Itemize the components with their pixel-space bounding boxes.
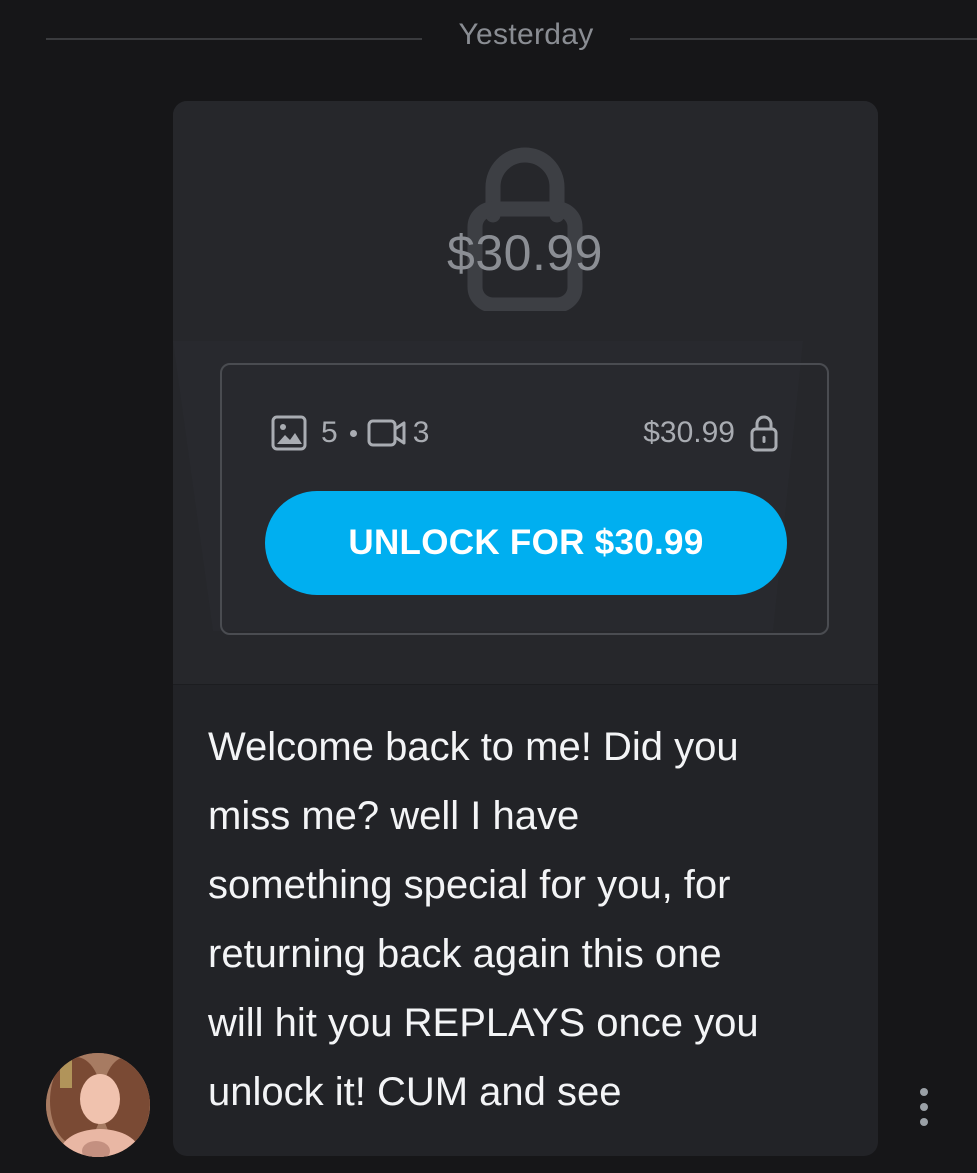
- more-dot-3: [920, 1118, 928, 1126]
- photo-count: 5: [321, 416, 338, 449]
- chat-screen: Yesterday $30.99 5 3 $30.99 UNLOCK FOR $…: [0, 0, 977, 1173]
- count-separator-dot: [349, 429, 357, 437]
- more-vertical-icon[interactable]: [906, 1082, 942, 1132]
- unlock-panel: 5 3 $30.99 UNLOCK FOR $30.99: [220, 363, 829, 635]
- unlock-button[interactable]: UNLOCK FOR $30.99: [265, 491, 787, 595]
- media-divider: [173, 684, 878, 685]
- video-count: 3: [412, 416, 430, 449]
- video-icon: [367, 419, 406, 447]
- message-bubble: $30.99 5 3 $30.99 UNLOCK FOR $30.99 Welc…: [173, 101, 878, 1156]
- price-indicator: $30.99: [643, 413, 779, 453]
- more-dot-1: [920, 1088, 928, 1096]
- date-label: Yesterday: [458, 18, 594, 51]
- avatar[interactable]: [46, 1053, 150, 1157]
- small-lock-icon: [750, 415, 778, 452]
- separator-line-right: [630, 38, 977, 40]
- message-text: Welcome back to me! Did you miss me? wel…: [208, 725, 759, 1114]
- locked-price: $30.99: [447, 225, 603, 281]
- locked-media-preview[interactable]: $30.99 5 3 $30.99 UNLOCK FOR $30.99: [173, 101, 878, 684]
- image-icon: [271, 415, 307, 451]
- media-counts: 5 3: [271, 413, 429, 453]
- avatar-image: [46, 1053, 150, 1157]
- separator-line-left: [46, 38, 422, 40]
- price-small-label: $30.99: [643, 416, 735, 449]
- date-separator: Yesterday: [0, 16, 977, 60]
- more-dot-2: [920, 1103, 928, 1111]
